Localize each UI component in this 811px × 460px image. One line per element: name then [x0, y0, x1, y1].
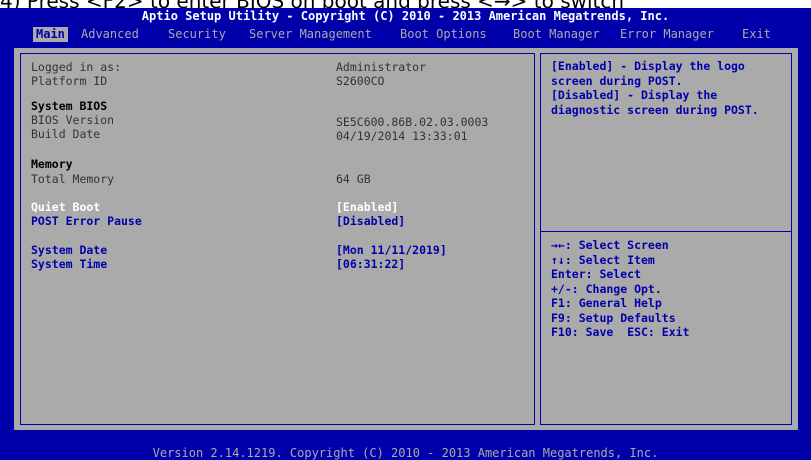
tab-advanced[interactable]: Advanced: [81, 27, 139, 42]
key-legend: →←: Select Screen ↑↓: Select Item Enter:…: [551, 238, 690, 339]
tab-server-management[interactable]: Server Management: [249, 27, 372, 42]
total-memory-value: 64 GB: [336, 172, 371, 186]
logged-in-value: Administrator: [336, 60, 427, 74]
platform-id-label: Platform ID: [31, 74, 108, 88]
memory-header: Memory: [31, 157, 73, 171]
build-date-label: Build Date: [31, 127, 101, 141]
help-divider: [541, 231, 791, 232]
build-date-value: 04/19/2014 13:33:01: [336, 129, 468, 143]
tab-main[interactable]: Main: [33, 27, 68, 42]
system-date-option[interactable]: System Date: [31, 243, 107, 257]
system-time-value[interactable]: [06:31:22]: [336, 257, 405, 271]
help-panel: [Enabled] - Display the logo screen duri…: [540, 53, 792, 425]
system-date-value[interactable]: [Mon 11/11/2019]: [336, 243, 447, 257]
bios-title: Aptio Setup Utility - Copyright (C) 2010…: [141, 9, 670, 23]
version-footer: Version 2.14.1219. Copyright (C) 2010 - …: [152, 446, 659, 460]
system-bios-header: System BIOS: [31, 99, 108, 113]
bios-version-value: SE5C600.86B.02.03.0003: [336, 115, 489, 129]
bios-version-label: BIOS Version: [31, 113, 115, 127]
logged-in-label: Logged in as:: [31, 60, 122, 74]
quiet-boot-option[interactable]: Quiet Boot: [31, 200, 100, 214]
help-description: [Enabled] - Display the logo screen duri…: [551, 59, 759, 117]
post-error-pause-value[interactable]: [Disabled]: [336, 214, 405, 228]
total-memory-label: Total Memory: [31, 172, 115, 186]
settings-panel: Logged in as: Administrator Platform ID …: [20, 53, 535, 425]
system-time-option[interactable]: System Time: [31, 257, 107, 271]
post-error-pause-option[interactable]: POST Error Pause: [31, 214, 142, 228]
tab-security[interactable]: Security: [168, 27, 226, 42]
tab-boot-options[interactable]: Boot Options: [400, 27, 487, 42]
quiet-boot-value[interactable]: [Enabled]: [336, 200, 398, 214]
tab-exit[interactable]: Exit: [742, 27, 771, 42]
platform-id-value: S2600CO: [336, 74, 385, 88]
tab-boot-manager[interactable]: Boot Manager: [513, 27, 600, 42]
tab-error-manager[interactable]: Error Manager: [620, 27, 714, 42]
bios-screen: Logged in as: Administrator Platform ID …: [13, 47, 799, 431]
